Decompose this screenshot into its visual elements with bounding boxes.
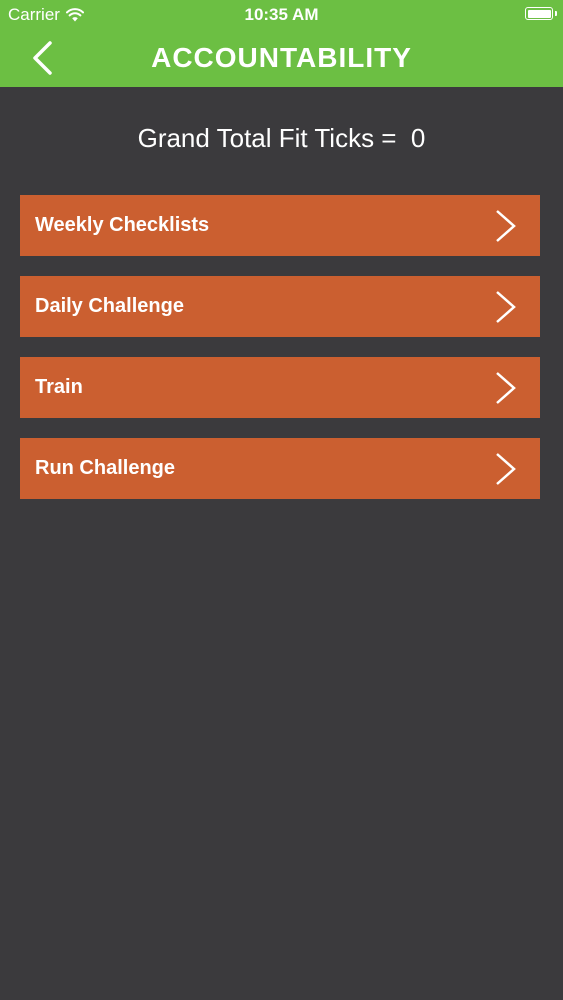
menu-item-weekly-checklists[interactable]: Weekly Checklists	[20, 195, 540, 256]
battery-fill	[527, 9, 551, 18]
page-title: ACCOUNTABILITY	[151, 42, 412, 73]
menu-item-label: Run Challenge	[35, 457, 176, 479]
menu-item-daily-challenge[interactable]: Daily Challenge	[20, 276, 540, 337]
status-time: 10:35 AM	[244, 5, 319, 24]
chevron-right-icon	[496, 210, 516, 242]
status-bar: Carrier 10:35 AM	[0, 0, 563, 30]
menu-item-label: Daily Challenge	[35, 295, 184, 317]
battery-icon	[525, 7, 557, 20]
grand-total-label: Grand Total Fit Ticks = 0	[137, 123, 426, 153]
chevron-right-icon	[496, 291, 516, 323]
menu-item-label: Weekly Checklists	[35, 214, 210, 236]
chevron-right-icon	[496, 453, 516, 485]
menu-item-label: Train	[35, 376, 83, 398]
chevron-right-icon	[496, 372, 516, 404]
nav-bar: ACCOUNTABILITY	[0, 30, 563, 87]
menu-item-train[interactable]: Train	[20, 357, 540, 418]
menu-item-run-challenge[interactable]: Run Challenge	[20, 438, 540, 499]
menu-list: Weekly Checklists Daily Challenge Train …	[20, 195, 540, 519]
